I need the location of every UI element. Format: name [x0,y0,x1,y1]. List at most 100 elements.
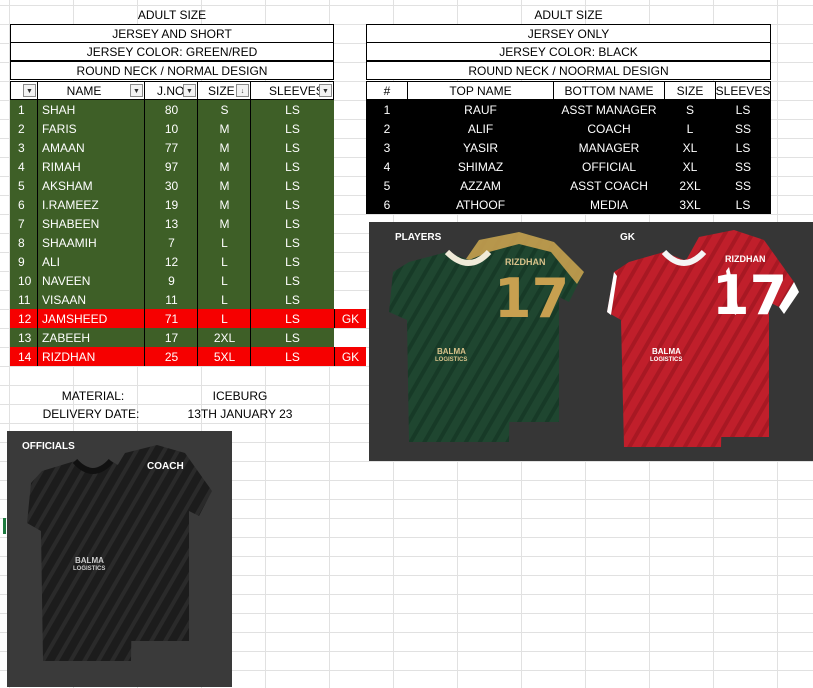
left-cell-name[interactable]: JAMSHEED [37,309,145,328]
right-cell-num[interactable]: 4 [366,157,408,176]
left-cell-jno[interactable]: 12 [144,252,198,271]
left-col-name[interactable]: NAME ▼ [37,81,145,100]
left-cell-name[interactable]: I.RAMEEZ [37,195,145,214]
left-cell-name[interactable]: AMAAN [37,138,145,157]
left-cell-name[interactable]: SHAAMIH [37,233,145,252]
left-cell-sleeve[interactable]: LS [250,347,334,366]
left-cell-jno[interactable]: 97 [144,157,198,176]
right-cell-bottom[interactable]: MEDIA [553,195,665,214]
right-cell-sleeve[interactable]: SS [715,119,771,138]
left-cell-size[interactable]: 5XL [197,347,251,366]
left-cell-size[interactable]: L [197,309,251,328]
left-col-sleeves[interactable]: SLEEVES ▼ [250,81,334,100]
left-cell-num[interactable]: 6 [10,195,38,214]
left-cell-num[interactable]: 2 [10,119,38,138]
right-col-size[interactable]: SIZE [664,81,716,100]
right-cell-sleeve[interactable]: SS [715,157,771,176]
right-col-sleeves[interactable]: SLEEVES [715,81,771,100]
filter-dropdown-icon[interactable]: ▼ [23,84,36,97]
left-cell-sleeve[interactable]: LS [250,233,334,252]
right-cell-sleeve[interactable]: LS [715,138,771,157]
left-cell-name[interactable]: FARIS [37,119,145,138]
right-cell-size[interactable]: XL [664,157,716,176]
right-cell-bottom[interactable]: ASST COACH [553,176,665,195]
left-cell-num[interactable]: 1 [10,100,38,119]
left-cell-name[interactable]: AKSHAM [37,176,145,195]
left-cell-jno[interactable]: 17 [144,328,198,347]
right-cell-top[interactable]: ATHOOF [407,195,554,214]
left-cell-sleeve[interactable]: LS [250,157,334,176]
left-cell-num[interactable]: 5 [10,176,38,195]
right-cell-sleeve[interactable]: LS [715,100,771,119]
left-cell-name[interactable]: SHABEEN [37,214,145,233]
left-cell-sleeve[interactable]: LS [250,328,334,347]
left-cell-size[interactable]: L [197,233,251,252]
right-cell-sleeve[interactable]: SS [715,176,771,195]
right-cell-bottom[interactable]: ASST MANAGER [553,100,665,119]
left-cell-jno[interactable]: 10 [144,119,198,138]
right-col-num[interactable]: # [366,81,408,100]
right-cell-top[interactable]: AZZAM [407,176,554,195]
right-cell-sleeve[interactable]: LS [715,195,771,214]
left-cell-jno[interactable]: 30 [144,176,198,195]
left-cell-jno[interactable]: 7 [144,233,198,252]
left-cell-jno[interactable]: 71 [144,309,198,328]
left-cell-name[interactable]: ZABEEH [37,328,145,347]
right-cell-top[interactable]: ALIF [407,119,554,138]
filter-dropdown-icon[interactable]: ▼ [130,84,143,97]
left-cell-num[interactable]: 7 [10,214,38,233]
right-cell-num[interactable]: 6 [366,195,408,214]
left-cell-name[interactable]: ALI [37,252,145,271]
left-cell-size[interactable]: M [197,214,251,233]
left-cell-name[interactable]: RIZDHAN [37,347,145,366]
right-cell-bottom[interactable]: COACH [553,119,665,138]
left-cell-num[interactable]: 8 [10,233,38,252]
right-cell-bottom[interactable]: OFFICIAL [553,157,665,176]
right-cell-num[interactable]: 1 [366,100,408,119]
left-cell-size[interactable]: M [197,176,251,195]
left-cell-sleeve[interactable]: LS [250,119,334,138]
left-cell-sleeve[interactable]: LS [250,214,334,233]
left-col-jno[interactable]: J.NO ▼ [144,81,198,100]
left-col-size[interactable]: SIZE ↓ [197,81,251,100]
right-cell-top[interactable]: SHIMAZ [407,157,554,176]
right-cell-num[interactable]: 3 [366,138,408,157]
left-cell-sleeve[interactable]: LS [250,195,334,214]
left-cell-jno[interactable]: 25 [144,347,198,366]
left-cell-size[interactable]: M [197,195,251,214]
left-cell-num[interactable]: 14 [10,347,38,366]
left-cell-size[interactable]: M [197,138,251,157]
left-cell-num[interactable]: 11 [10,290,38,309]
right-cell-size[interactable]: 2XL [664,176,716,195]
right-col-bottom[interactable]: BOTTOM NAME [553,81,665,100]
left-cell-sleeve[interactable]: LS [250,309,334,328]
right-cell-bottom[interactable]: MANAGER [553,138,665,157]
left-cell-jno[interactable]: 11 [144,290,198,309]
filter-dropdown-icon[interactable]: ▼ [319,84,332,97]
left-cell-extra[interactable]: GK [334,309,366,328]
right-cell-top[interactable]: RAUF [407,100,554,119]
left-cell-sleeve[interactable]: LS [250,176,334,195]
right-cell-top[interactable]: YASIR [407,138,554,157]
left-cell-name[interactable]: SHAH [37,100,145,119]
left-cell-num[interactable]: 10 [10,271,38,290]
right-cell-size[interactable]: 3XL [664,195,716,214]
left-cell-extra[interactable]: GK [334,347,366,366]
left-cell-size[interactable]: L [197,252,251,271]
left-cell-jno[interactable]: 80 [144,100,198,119]
left-cell-size[interactable]: M [197,157,251,176]
right-cell-size[interactable]: L [664,119,716,138]
right-cell-num[interactable]: 5 [366,176,408,195]
left-cell-sleeve[interactable]: LS [250,100,334,119]
left-cell-size[interactable]: S [197,100,251,119]
left-cell-size[interactable]: L [197,271,251,290]
right-cell-size[interactable]: XL [664,138,716,157]
left-cell-sleeve[interactable]: LS [250,290,334,309]
right-cell-num[interactable]: 2 [366,119,408,138]
left-cell-jno[interactable]: 13 [144,214,198,233]
left-cell-size[interactable]: L [197,290,251,309]
left-cell-jno[interactable]: 9 [144,271,198,290]
left-cell-name[interactable]: RIMAH [37,157,145,176]
left-cell-size[interactable]: M [197,119,251,138]
left-cell-num[interactable]: 9 [10,252,38,271]
